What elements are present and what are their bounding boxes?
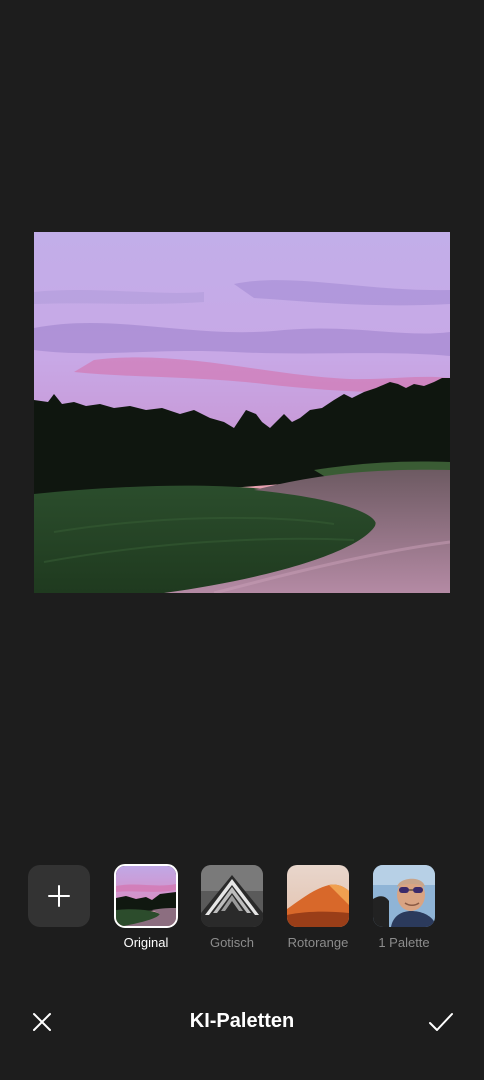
palette-label: Original bbox=[123, 935, 169, 950]
add-palette-button[interactable] bbox=[28, 865, 90, 927]
confirm-button[interactable] bbox=[425, 1006, 457, 1038]
plus-icon bbox=[48, 885, 70, 907]
bottom-bar: KI-Paletten bbox=[0, 992, 484, 1052]
palette-label: Gotisch bbox=[209, 935, 255, 950]
gothic-architecture-thumbnail[interactable] bbox=[201, 865, 263, 927]
orange-dune-thumbnail[interactable] bbox=[287, 865, 349, 927]
page-title: KI-Paletten bbox=[189, 1010, 295, 1032]
photo-preview bbox=[34, 232, 450, 593]
sunset-landscape-thumbnail[interactable] bbox=[114, 864, 178, 928]
palette-label: 1 Palette bbox=[378, 935, 430, 950]
portrait-thumbnail[interactable] bbox=[373, 865, 435, 927]
palette-label: Rotorange bbox=[287, 935, 349, 950]
checkmark-icon bbox=[429, 1013, 453, 1031]
palette-strip: Original Gotisch Rotorange 1 Palette bbox=[0, 864, 484, 956]
